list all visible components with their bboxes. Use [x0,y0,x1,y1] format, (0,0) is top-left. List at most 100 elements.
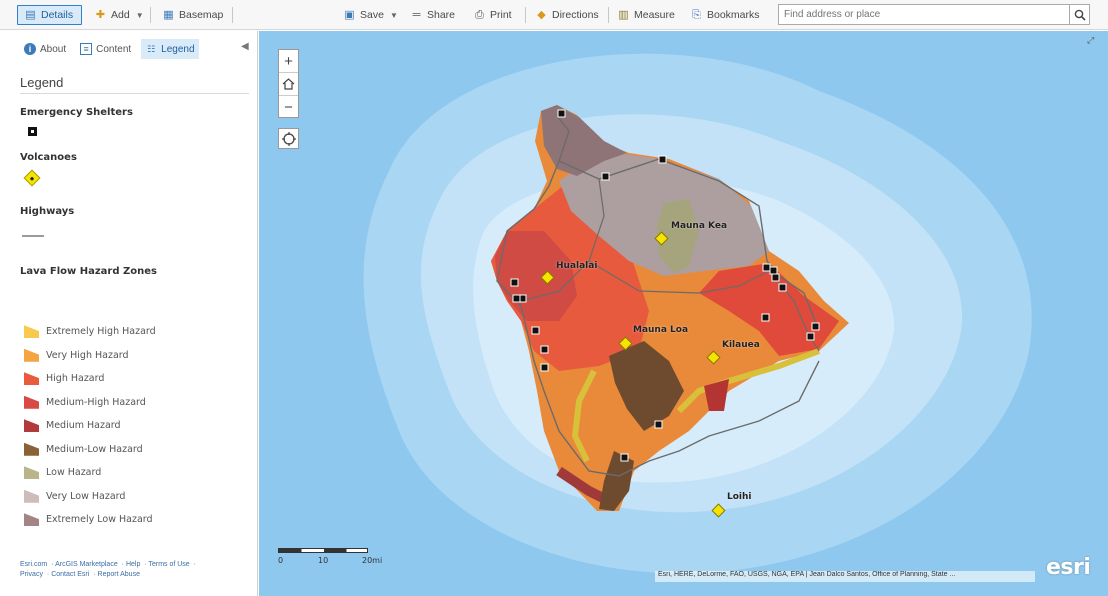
basemap-icon: ▦ [163,8,174,21]
map-view[interactable] [259,31,1108,596]
legend-item: High Hazard [24,367,156,391]
divider [20,93,249,94]
legend-swatch [24,395,39,409]
footer-link[interactable]: Help [126,561,140,568]
footer-link[interactable]: Contact Esri [51,571,89,578]
top-toolbar: ▤ Details ✚ Add ▼ ▦ Basemap ▣ Save ▼ ═ S… [0,0,1108,30]
panel-tabs: i About ≡ Content ☷ Legend [20,39,199,59]
footer-links: Esri.com · ArcGIS Marketplace · Help · T… [20,561,196,578]
bookmarks-label: Bookmarks [707,9,760,21]
shelter-marker [806,332,815,341]
save-label: Save [360,9,384,21]
locate-button[interactable] [278,128,299,149]
search-field[interactable] [778,4,1070,25]
lava-zone-list: Extremely High Hazard Very High Hazard Hig… [24,320,156,532]
volcano-label-mauna-kea: Mauna Kea [671,221,728,231]
shelter-marker [761,313,770,322]
tab-content[interactable]: ≡ Content [76,39,135,59]
shelter-symbol-icon [28,127,37,136]
tab-about-label: About [40,43,67,55]
collapse-panel-icon[interactable]: ◀ [241,41,249,52]
legend-label: Extremely Low Hazard [46,514,153,526]
share-button[interactable]: ═ Share [410,5,455,25]
basemap-button[interactable]: ▦ Basemap [162,5,223,25]
legend-label: Extremely High Hazard [46,326,156,338]
print-label: Print [490,9,512,21]
legend-item: Very High Hazard [24,344,156,368]
add-icon: ✚ [95,8,106,21]
tab-legend-label: Legend [161,43,195,55]
toolbar-divider [232,7,233,23]
legend-item: Extremely Low Hazard [24,508,156,532]
footer-link[interactable]: Privacy [20,571,43,578]
tab-about[interactable]: i About [20,39,70,59]
details-button[interactable]: ▤ Details [17,5,82,25]
legend-label: Very Low Hazard [46,490,126,502]
content-icon: ≡ [80,43,93,55]
legend-label: Medium-Low Hazard [46,443,143,455]
legend-label: High Hazard [46,373,105,385]
legend-item: Medium-Low Hazard [24,438,156,462]
footer-link[interactable]: Esri.com [20,561,47,568]
measure-label: Measure [634,9,675,21]
shelter-marker [811,322,820,331]
shelter-marker [531,326,540,335]
home-button[interactable] [279,73,298,96]
shelter-marker [512,294,521,303]
shelter-marker [557,109,566,118]
details-icon: ▤ [25,8,36,21]
legend-icon: ☷ [147,43,156,54]
share-label: Share [427,9,456,21]
volcano-label-mauna-loa: Mauna Loa [633,325,689,335]
legend-label: Medium-High Hazard [46,396,146,408]
bookmarks-button[interactable]: ⎘ Bookmarks [690,5,760,25]
print-button[interactable]: ⎙ Print [473,5,512,25]
shelter-marker [658,155,667,164]
footer-link[interactable]: Report Abuse [98,571,140,578]
legend-item: Very Low Hazard [24,485,156,509]
locate-icon [281,131,296,146]
legend-item: Medium-High Hazard [24,391,156,415]
directions-button[interactable]: ◆ Directions [535,5,598,25]
legend-heading-shelters: Emergency Shelters [20,107,133,118]
legend-heading-volcanoes: Volcanoes [20,152,77,163]
highway-symbol-icon [22,235,44,237]
expand-map-icon[interactable]: ⤢ [1087,35,1097,45]
legend-label: Medium Hazard [46,420,121,432]
legend-label: Very High Hazard [46,349,129,361]
shelter-marker [601,172,610,181]
print-icon: ⎙ [475,8,484,21]
legend-heading-highways: Highways [20,206,75,217]
chevron-down-icon: ▼ [135,10,144,20]
add-label: Add [111,9,130,21]
toolbar-divider [608,7,609,23]
share-icon: ═ [412,8,421,21]
add-button[interactable]: ✚ Add ▼ [94,5,144,25]
tab-content-label: Content [96,43,132,55]
tab-legend[interactable]: ☷ Legend [141,39,199,59]
footer-link[interactable]: Terms of Use [148,561,189,568]
legend-swatch [24,489,39,503]
shelter-marker [540,345,549,354]
zoom-control: + − [278,49,299,118]
footer-link[interactable]: ArcGIS Marketplace [55,561,118,568]
shelter-marker [762,263,771,272]
measure-button[interactable]: ▥ Measure [617,5,675,25]
scale-bar-graphic [278,548,368,553]
basemap-label: Basemap [179,9,224,21]
esri-logo: esri [1046,555,1091,580]
shelter-marker [771,273,780,282]
zoom-out-button[interactable]: − [279,96,298,119]
search-input[interactable] [779,5,1069,24]
shelter-marker [769,266,778,275]
search-button[interactable] [1070,4,1090,25]
home-icon [282,78,295,90]
save-button[interactable]: ▣ Save ▼ [343,5,398,25]
legend-panel: i About ≡ Content ☷ Legend ◀ Legend Emer… [0,31,258,596]
save-icon: ▣ [344,8,355,21]
toolbar-divider [150,7,151,23]
map-canvas [363,53,1032,574]
zoom-in-button[interactable]: + [279,50,298,73]
chevron-down-icon: ▼ [389,10,398,20]
shelter-marker [654,420,663,429]
